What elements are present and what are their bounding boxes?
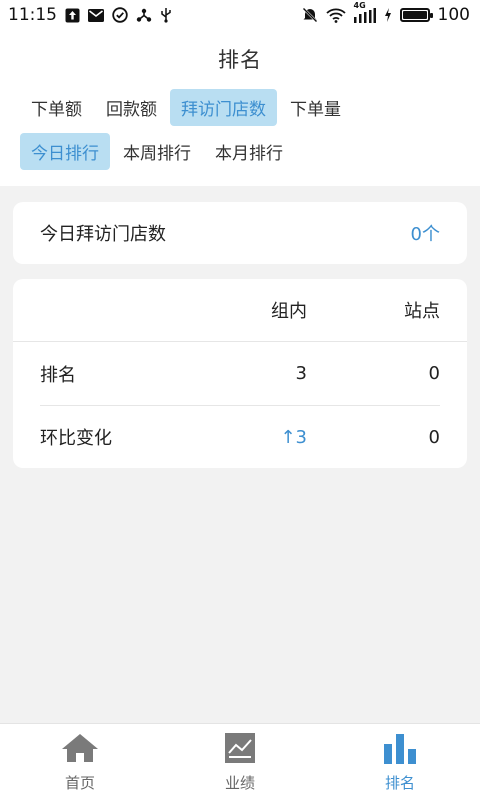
- top-spacer: [0, 170, 480, 186]
- page-title: 排名: [218, 48, 262, 72]
- change-group-value: ↑3: [187, 427, 307, 448]
- top-panel: 11:15 4G 100 排名 下单额 回款额 拜访门店数 下单量 今日排行 本…: [0, 0, 480, 186]
- nav-label-home: 首页: [64, 773, 95, 792]
- ranking-table: 组内 站点 排名 3 0 环比变化 ↑3 0: [13, 279, 467, 468]
- check-circle-icon: [112, 7, 128, 23]
- rank-site-value: 0: [428, 363, 440, 384]
- table-row-change: 环比变化 ↑3 0: [40, 405, 440, 468]
- tab-visited-stores[interactable]: 拜访门店数: [170, 88, 277, 126]
- bar-chart-icon: [383, 732, 417, 768]
- wifi-icon: [325, 8, 346, 23]
- tab-order-amount[interactable]: 下单额: [20, 89, 93, 126]
- row-label-rank: 排名: [40, 364, 76, 386]
- performance-icon: [224, 732, 256, 768]
- metric-tabs: 下单额 回款额 拜访门店数 下单量: [0, 88, 480, 126]
- summary-value: 0个: [410, 224, 440, 245]
- usb-icon: [160, 7, 172, 23]
- network-type: 4G: [353, 0, 366, 10]
- column-header-group: 组内: [271, 301, 307, 322]
- status-left: 11:15: [8, 5, 172, 25]
- nav-label-ranking: 排名: [384, 773, 415, 792]
- mute-icon: [301, 7, 318, 23]
- status-right: 4G 100: [301, 1, 470, 25]
- summary-label: 今日拜访门店数: [40, 224, 166, 245]
- period-tabs: 今日排行 本周排行 本月排行: [0, 132, 480, 170]
- tab-week-ranking[interactable]: 本周排行: [112, 133, 202, 170]
- nav-item-ranking[interactable]: 排名: [340, 732, 460, 793]
- bottom-nav: 首页 业绩 排名: [0, 723, 480, 800]
- change-site-value: 0: [428, 426, 440, 448]
- table-header: 组内 站点: [13, 279, 467, 342]
- share-icon: [136, 7, 152, 23]
- nav-item-performance[interactable]: 业绩: [180, 732, 300, 793]
- row-label-change: 环比变化: [40, 428, 112, 449]
- table-row-rank: 排名 3 0: [40, 342, 440, 405]
- rank-group-value: 3: [295, 363, 307, 384]
- nav-label-performance: 业绩: [224, 773, 255, 792]
- tab-month-ranking[interactable]: 本月排行: [204, 133, 294, 170]
- status-time: 11:15: [8, 5, 57, 25]
- arrow-up-icon: ↑: [280, 426, 296, 448]
- signal-icon: 4G: [353, 1, 376, 23]
- battery-level: 100: [437, 5, 470, 25]
- column-header-site: 站点: [404, 301, 440, 322]
- tab-today-ranking[interactable]: 今日排行: [20, 132, 110, 170]
- main-content: 今日拜访门店数 0个 组内 站点 排名 3 0 环比变化 ↑3 0: [0, 186, 480, 468]
- nav-item-home[interactable]: 首页: [20, 732, 140, 793]
- summary-card: 今日拜访门店数 0个: [13, 202, 467, 264]
- charging-icon: [384, 8, 392, 22]
- battery-icon: [399, 8, 433, 22]
- home-icon: [60, 732, 100, 768]
- upload-icon: [65, 8, 80, 23]
- status-bar: 11:15 4G 100: [0, 0, 480, 30]
- tab-order-quantity[interactable]: 下单量: [279, 89, 352, 126]
- change-group-number: 3: [295, 426, 307, 448]
- mail-icon: [88, 8, 104, 22]
- tab-payment-amount[interactable]: 回款额: [95, 89, 168, 126]
